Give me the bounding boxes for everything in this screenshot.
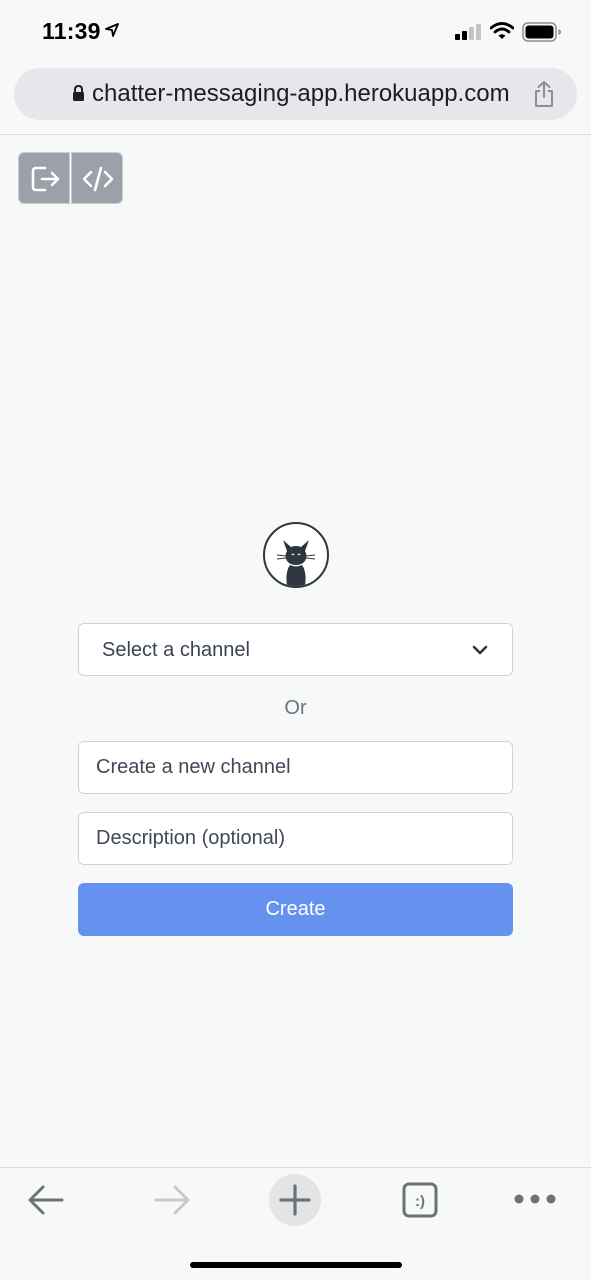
cat-icon [276, 540, 316, 586]
cellular-signal-icon [455, 24, 483, 45]
source-code-button[interactable] [71, 152, 123, 204]
location-arrow-icon [105, 23, 119, 42]
avatar [263, 522, 329, 588]
code-icon [82, 166, 114, 192]
new-channel-input[interactable] [78, 741, 513, 794]
forward-arrow-icon [154, 1185, 190, 1215]
back-button[interactable] [24, 1181, 68, 1224]
status-bar: 11:39 [0, 0, 591, 62]
channel-select[interactable]: Select a channel [78, 623, 513, 676]
tabs-icon: :) [402, 1182, 438, 1218]
address-bar[interactable]: chatter-messaging-app.herokuapp.com [14, 68, 577, 120]
forward-button[interactable] [150, 1181, 194, 1224]
channel-select-label: Select a channel [102, 639, 250, 661]
more-icon [514, 1194, 556, 1204]
app-screen: 11:39 chatter-messaging-app.herokuapp.co… [0, 0, 591, 1280]
tabs-button[interactable]: :) [402, 1182, 438, 1223]
logout-button[interactable] [18, 152, 70, 204]
chevron-down-icon [472, 643, 488, 661]
home-indicator[interactable] [190, 1262, 402, 1268]
top-divider [0, 134, 591, 135]
more-menu-button[interactable] [514, 1192, 556, 1210]
logout-icon [31, 166, 60, 192]
battery-icon [522, 22, 562, 47]
url-text[interactable]: chatter-messaging-app.herokuapp.com [92, 80, 510, 108]
wifi-icon [489, 22, 515, 45]
or-separator: Or [284, 697, 307, 719]
new-tab-button[interactable] [269, 1174, 321, 1226]
share-icon[interactable] [532, 80, 556, 113]
status-time: 11:39 [42, 18, 101, 44]
description-input[interactable] [78, 812, 513, 865]
create-button[interactable]: Create [78, 883, 513, 936]
lock-icon [72, 84, 85, 107]
back-arrow-icon [28, 1185, 64, 1215]
tabs-badge: :) [415, 1193, 425, 1210]
plus-icon [279, 1184, 311, 1216]
